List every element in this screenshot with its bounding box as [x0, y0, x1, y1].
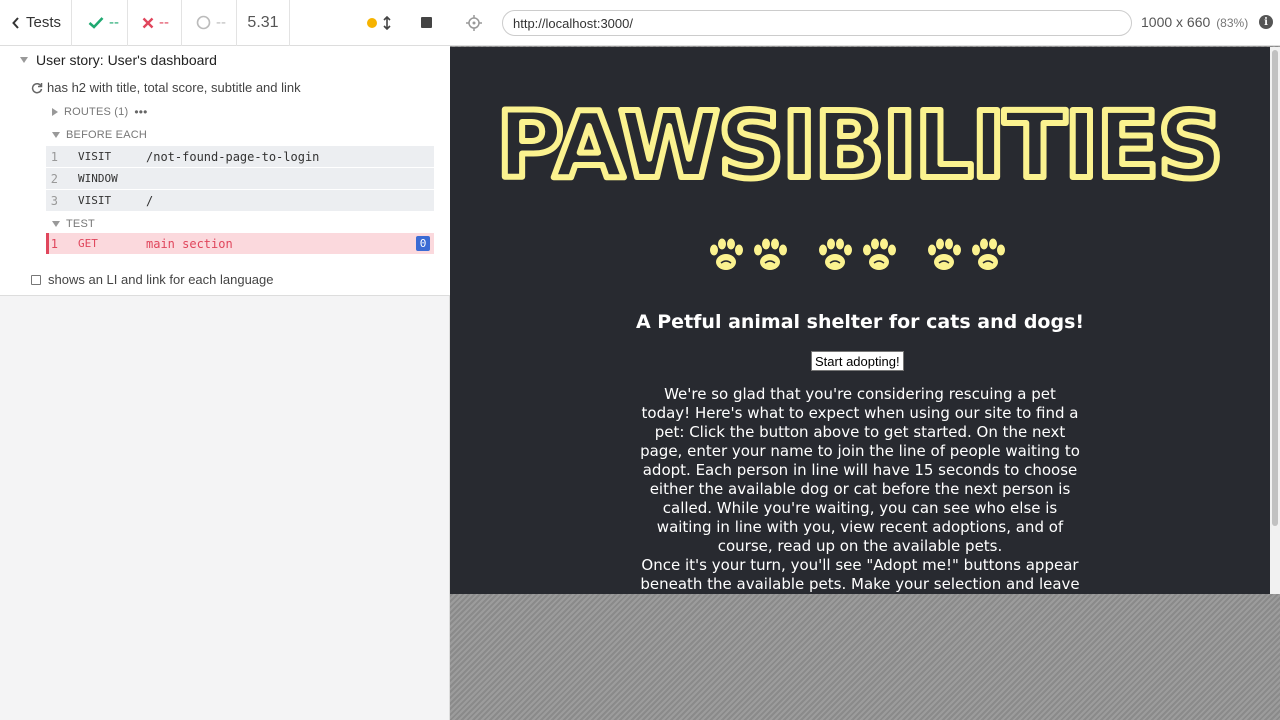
command-row[interactable]: 3 VISIT /	[46, 190, 434, 211]
test-runner-panel: Tests -- -- -- 5.31 User story: User's d…	[0, 0, 450, 720]
test-title: has h2 with title, total score, subtitle…	[47, 80, 301, 95]
tests-back-button[interactable]: Tests	[0, 0, 72, 46]
caret-down-icon	[52, 132, 60, 138]
intro-paragraph: We're so glad that you're considering re…	[640, 385, 1080, 555]
tests-back-label: Tests	[26, 14, 62, 31]
command-name: VISIT	[78, 194, 112, 207]
suite-title-text: User story: User's dashboard	[36, 52, 217, 68]
pending-count: --	[182, 0, 237, 46]
logo: PAWSIBILITIES	[493, 89, 1226, 187]
viewport-size: 1000 x 660 (83%)	[1141, 14, 1248, 30]
browser-header: http://localhost:3000/ 1000 x 660 (83%) …	[450, 0, 1280, 46]
routes-section[interactable]: ROUTES (1) •••	[52, 105, 148, 119]
passed-count-value: --	[109, 14, 119, 31]
autoscroll-toggle-icon[interactable]	[383, 15, 391, 30]
pending-count-value: --	[216, 14, 226, 31]
before-each-section[interactable]: BEFORE EACH	[52, 129, 147, 141]
scrollbar-thumb[interactable]	[1272, 50, 1278, 526]
before-each-label: BEFORE EACH	[66, 129, 148, 141]
element-count-badge: 0	[416, 236, 430, 251]
app-under-test-frame: PAWSIBILITIES A Petful animal shelter fo…	[450, 46, 1280, 720]
refresh-running-icon	[31, 82, 43, 93]
intro-paragraph: Once it's your turn, you'll see "Adopt m…	[640, 556, 1080, 593]
failed-command-row[interactable]: 1 GET main section 0	[46, 233, 434, 254]
paw-icon	[753, 237, 788, 271]
test-title: shows an LI and link for each language	[48, 272, 274, 287]
runner-controls	[290, 0, 450, 46]
paw-icon	[709, 237, 744, 271]
paw-icon	[927, 237, 962, 271]
start-adopting-button[interactable]: Start adopting!	[811, 351, 904, 371]
selector-playground-icon[interactable]	[450, 14, 498, 31]
info-icon[interactable]: i	[1259, 15, 1273, 29]
command-number: 3	[50, 193, 58, 208]
app-page: PAWSIBILITIES A Petful animal shelter fo…	[450, 47, 1280, 594]
runner-header: Tests -- -- -- 5.31	[0, 0, 450, 46]
command-row[interactable]: 1 VISIT /not-found-page-to-login	[46, 146, 434, 167]
paw-icon	[818, 237, 853, 271]
test-section[interactable]: TEST	[52, 218, 95, 230]
command-number: 1	[50, 149, 58, 164]
command-name: VISIT	[78, 150, 112, 163]
viewport-dimensions: 1000 x 660	[1141, 14, 1211, 30]
command-message: /not-found-page-to-login	[146, 149, 320, 164]
run-duration: 5.31	[237, 0, 290, 46]
command-message: /	[146, 193, 154, 208]
caret-down-icon	[52, 221, 60, 227]
viewport-zoom: (83%)	[1216, 16, 1249, 30]
failed-count-value: --	[159, 14, 169, 31]
page-subtitle: A Petful animal shelter for cats and dog…	[635, 311, 1085, 333]
command-row[interactable]: 2 WINDOW	[46, 168, 434, 189]
more-icon[interactable]: •••	[134, 105, 147, 119]
pending-checkbox-icon	[31, 274, 41, 285]
running-status-dot-icon	[367, 17, 377, 28]
command-message: main section	[146, 236, 233, 251]
routes-label: ROUTES (1)	[64, 106, 129, 118]
passed-count: --	[72, 0, 128, 46]
command-number: 1	[50, 236, 58, 251]
test-section-label: TEST	[66, 218, 95, 230]
stop-icon[interactable]	[421, 17, 432, 28]
suite-title[interactable]: User story: User's dashboard	[20, 52, 217, 68]
chevron-left-icon	[12, 16, 19, 29]
failed-count: --	[128, 0, 182, 46]
caret-down-icon	[20, 57, 28, 63]
command-name: WINDOW	[78, 172, 118, 185]
app-scrollbar[interactable]	[1270, 47, 1280, 594]
command-number: 2	[50, 171, 58, 186]
intro-text: We're so glad that you're considering re…	[640, 385, 1080, 594]
paw-prints-row	[709, 237, 1006, 271]
command-name: GET	[78, 237, 98, 250]
paw-icon	[971, 237, 1006, 271]
logo-text: PAWSIBILITIES	[496, 92, 1221, 187]
circle-pending-icon	[196, 15, 211, 30]
check-icon	[88, 17, 104, 29]
test-item-running[interactable]: has h2 with title, total score, subtitle…	[31, 80, 301, 95]
x-icon	[142, 17, 154, 28]
url-bar[interactable]: http://localhost:3000/	[502, 10, 1132, 36]
caret-right-icon	[52, 108, 58, 116]
test-item-pending[interactable]: shows an LI and link for each language	[31, 272, 274, 287]
command-log: User story: User's dashboard has h2 with…	[0, 46, 450, 296]
paw-icon	[862, 237, 897, 271]
